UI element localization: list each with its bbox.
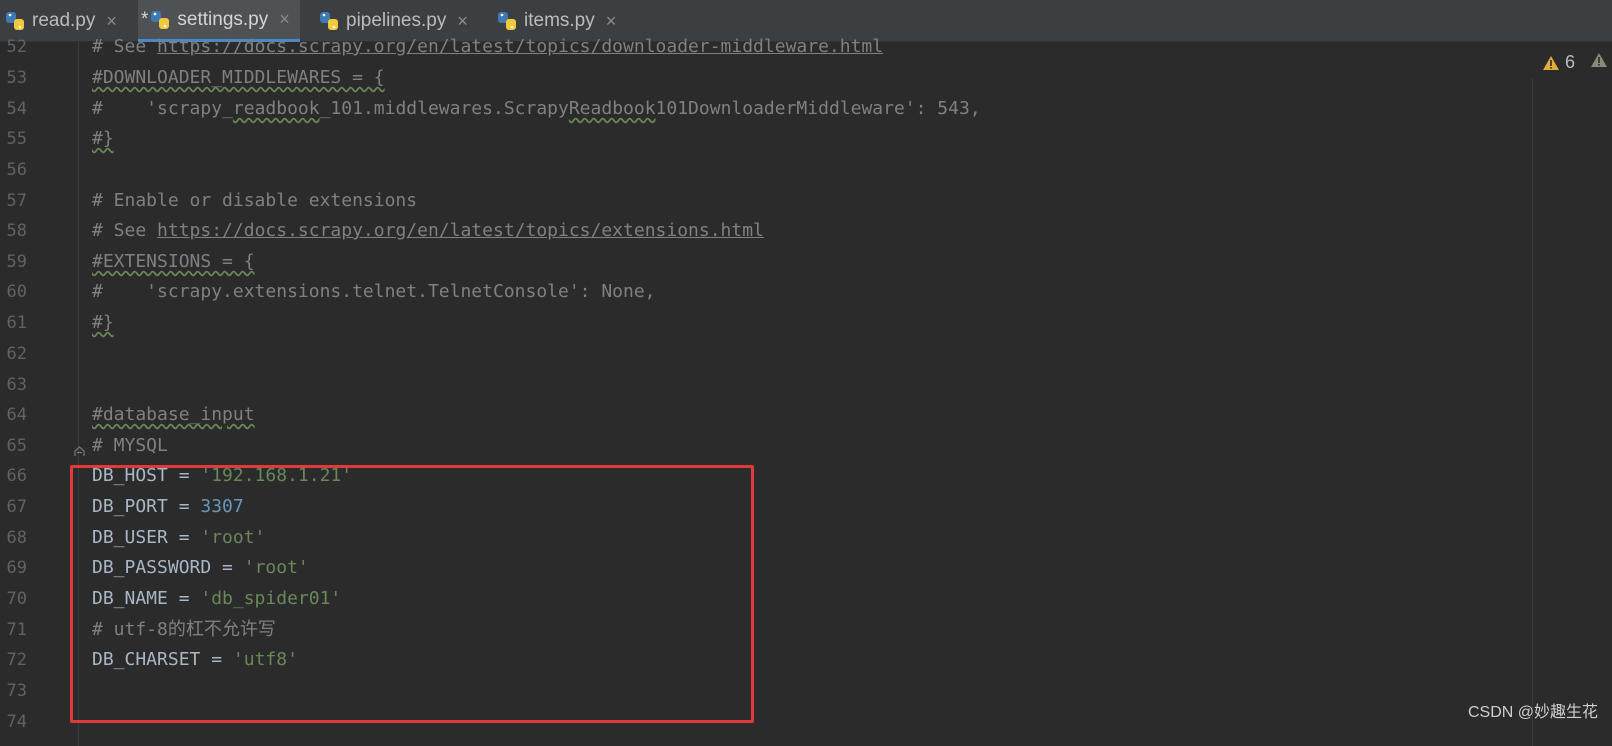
line-number: 64	[6, 405, 27, 425]
line-number: 63	[6, 375, 27, 395]
python-file-icon	[320, 12, 338, 30]
modified-indicator: *	[141, 8, 149, 30]
line-number-gutter: 52 53 54 55 56 57 58 59 60 61 62 63 64 6…	[0, 37, 78, 746]
close-tab-icon[interactable]: ×	[606, 11, 617, 32]
line-number: 67	[6, 497, 27, 517]
line-number: 53	[6, 68, 27, 88]
code-line-52: # See https://docs.scrapy.org/en/latest/…	[92, 36, 884, 57]
docs-link[interactable]: https://docs.scrapy.org/en/latest/topics…	[157, 220, 764, 241]
line-number: 72	[6, 650, 27, 670]
line-number: 61	[6, 313, 27, 333]
code-line-57: # Enable or disable extensions	[92, 190, 418, 211]
code-line-58: # See https://docs.scrapy.org/en/latest/…	[92, 220, 764, 241]
close-tab-icon[interactable]: ×	[457, 11, 468, 32]
line-number: 74	[6, 712, 27, 732]
close-tab-icon[interactable]: ×	[106, 11, 117, 32]
line-number: 65	[6, 436, 27, 456]
line-number: 69	[6, 558, 27, 578]
inspection-warnings[interactable]: 6	[1542, 52, 1575, 73]
line-number: 60	[6, 282, 27, 302]
tab-label: items.py	[524, 10, 595, 31]
code-line-65: # MYSQL	[92, 435, 168, 456]
docs-link[interactable]: https://docs.scrapy.org/en/latest/topics…	[157, 36, 883, 57]
line-number: 68	[6, 528, 27, 548]
tab-label: settings.py	[177, 8, 269, 30]
fold-marker-icon[interactable]	[74, 446, 85, 457]
code-line-64: #database_input	[92, 404, 255, 425]
line-number: 56	[6, 160, 27, 180]
line-number: 70	[6, 589, 27, 609]
code-editor[interactable]: 52 53 54 55 56 57 58 59 60 61 62 63 64 6…	[0, 37, 1612, 746]
line-number: 55	[6, 129, 27, 149]
close-tab-icon[interactable]: ×	[279, 9, 290, 30]
line-number: 52	[6, 37, 27, 57]
watermark: CSDN @妙趣生花	[1467, 704, 1598, 721]
code-line-53: #DOWNLOADER_MIDDLEWARES = {	[92, 67, 385, 88]
right-margin-guide	[1532, 78, 1533, 746]
code-line-59: #EXTENSIONS = {	[92, 251, 255, 272]
line-number: 57	[6, 191, 27, 211]
line-number: 58	[6, 221, 27, 241]
python-file-icon	[151, 10, 170, 29]
code-line-61: #}	[92, 312, 114, 333]
weak-warning-icon[interactable]	[1590, 52, 1608, 68]
line-number: 59	[6, 252, 27, 272]
python-file-icon	[498, 12, 516, 30]
line-number: 66	[6, 466, 27, 486]
tab-label: read.py	[32, 10, 96, 31]
line-number: 73	[6, 681, 27, 701]
python-file-icon	[6, 12, 24, 30]
code-line-60: # 'scrapy.extensions.telnet.TelnetConsol…	[92, 281, 656, 302]
line-number: 54	[6, 99, 27, 119]
highlight-annotation-box	[70, 465, 754, 723]
tab-label: pipelines.py	[346, 10, 447, 31]
code-line-54: # 'scrapy_readbook_101.middlewares.Scrap…	[92, 98, 981, 119]
warning-icon	[1543, 55, 1559, 70]
warning-count: 6	[1565, 52, 1576, 72]
line-number: 71	[6, 620, 27, 640]
line-number: 62	[6, 344, 27, 364]
code-line-55: #}	[92, 128, 114, 149]
